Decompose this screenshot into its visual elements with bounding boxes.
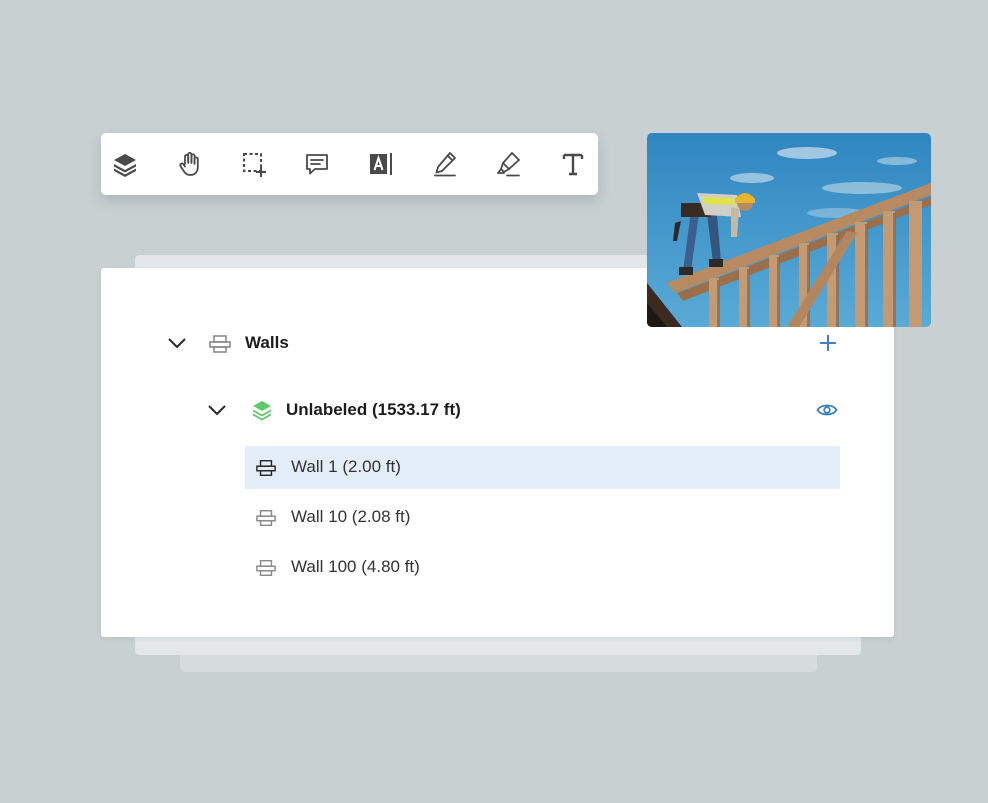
- wall-icon: [256, 560, 276, 576]
- highlighter-icon: [497, 152, 520, 177]
- hand-pan-icon: [179, 152, 199, 176]
- collapse-unlabeled-chevron-icon[interactable]: [207, 400, 227, 420]
- wall-icon: [209, 335, 231, 353]
- comment-tool-button[interactable]: [303, 150, 331, 178]
- text-tool-button[interactable]: [559, 150, 587, 178]
- area-select-tool-button[interactable]: [240, 150, 268, 178]
- markup-toolbar: [101, 133, 598, 195]
- pen-icon: [434, 152, 456, 177]
- layers-tool-button[interactable]: [111, 150, 139, 178]
- plus-icon[interactable]: [818, 333, 838, 353]
- wall-item-row[interactable]: Wall 10 (2.08 ft): [245, 496, 840, 539]
- wall-item-row[interactable]: Wall 100 (4.80 ft): [245, 546, 840, 589]
- wall-icon: [256, 510, 276, 526]
- wall-item-label: Wall 10 (2.08 ft): [291, 507, 411, 526]
- layers-green-icon: [253, 401, 271, 421]
- wall-item-row[interactable]: Wall 1 (2.00 ft): [245, 446, 840, 489]
- construction-worker-photo: [647, 133, 931, 327]
- eye-icon[interactable]: [816, 401, 838, 419]
- add-area-select-icon: [243, 153, 266, 177]
- text-icon: [562, 153, 584, 176]
- group-label-walls[interactable]: Walls: [245, 333, 289, 353]
- wall-item-label: Wall 100 (4.80 ft): [291, 557, 420, 576]
- collapse-walls-chevron-icon[interactable]: [167, 333, 187, 353]
- wall-item-label: Wall 1 (2.00 ft): [291, 457, 401, 476]
- subgroup-label-unlabeled[interactable]: Unlabeled (1533.17 ft): [286, 400, 461, 420]
- highlighter-tool-button[interactable]: [495, 150, 523, 178]
- pen-tool-button[interactable]: [431, 150, 459, 178]
- pan-tool-button[interactable]: [176, 150, 204, 178]
- text-highlight-icon: [370, 153, 392, 175]
- layers-icon: [114, 154, 136, 177]
- comment-icon: [306, 154, 328, 175]
- text-highlight-tool-button[interactable]: [367, 150, 395, 178]
- wall-icon: [256, 460, 276, 476]
